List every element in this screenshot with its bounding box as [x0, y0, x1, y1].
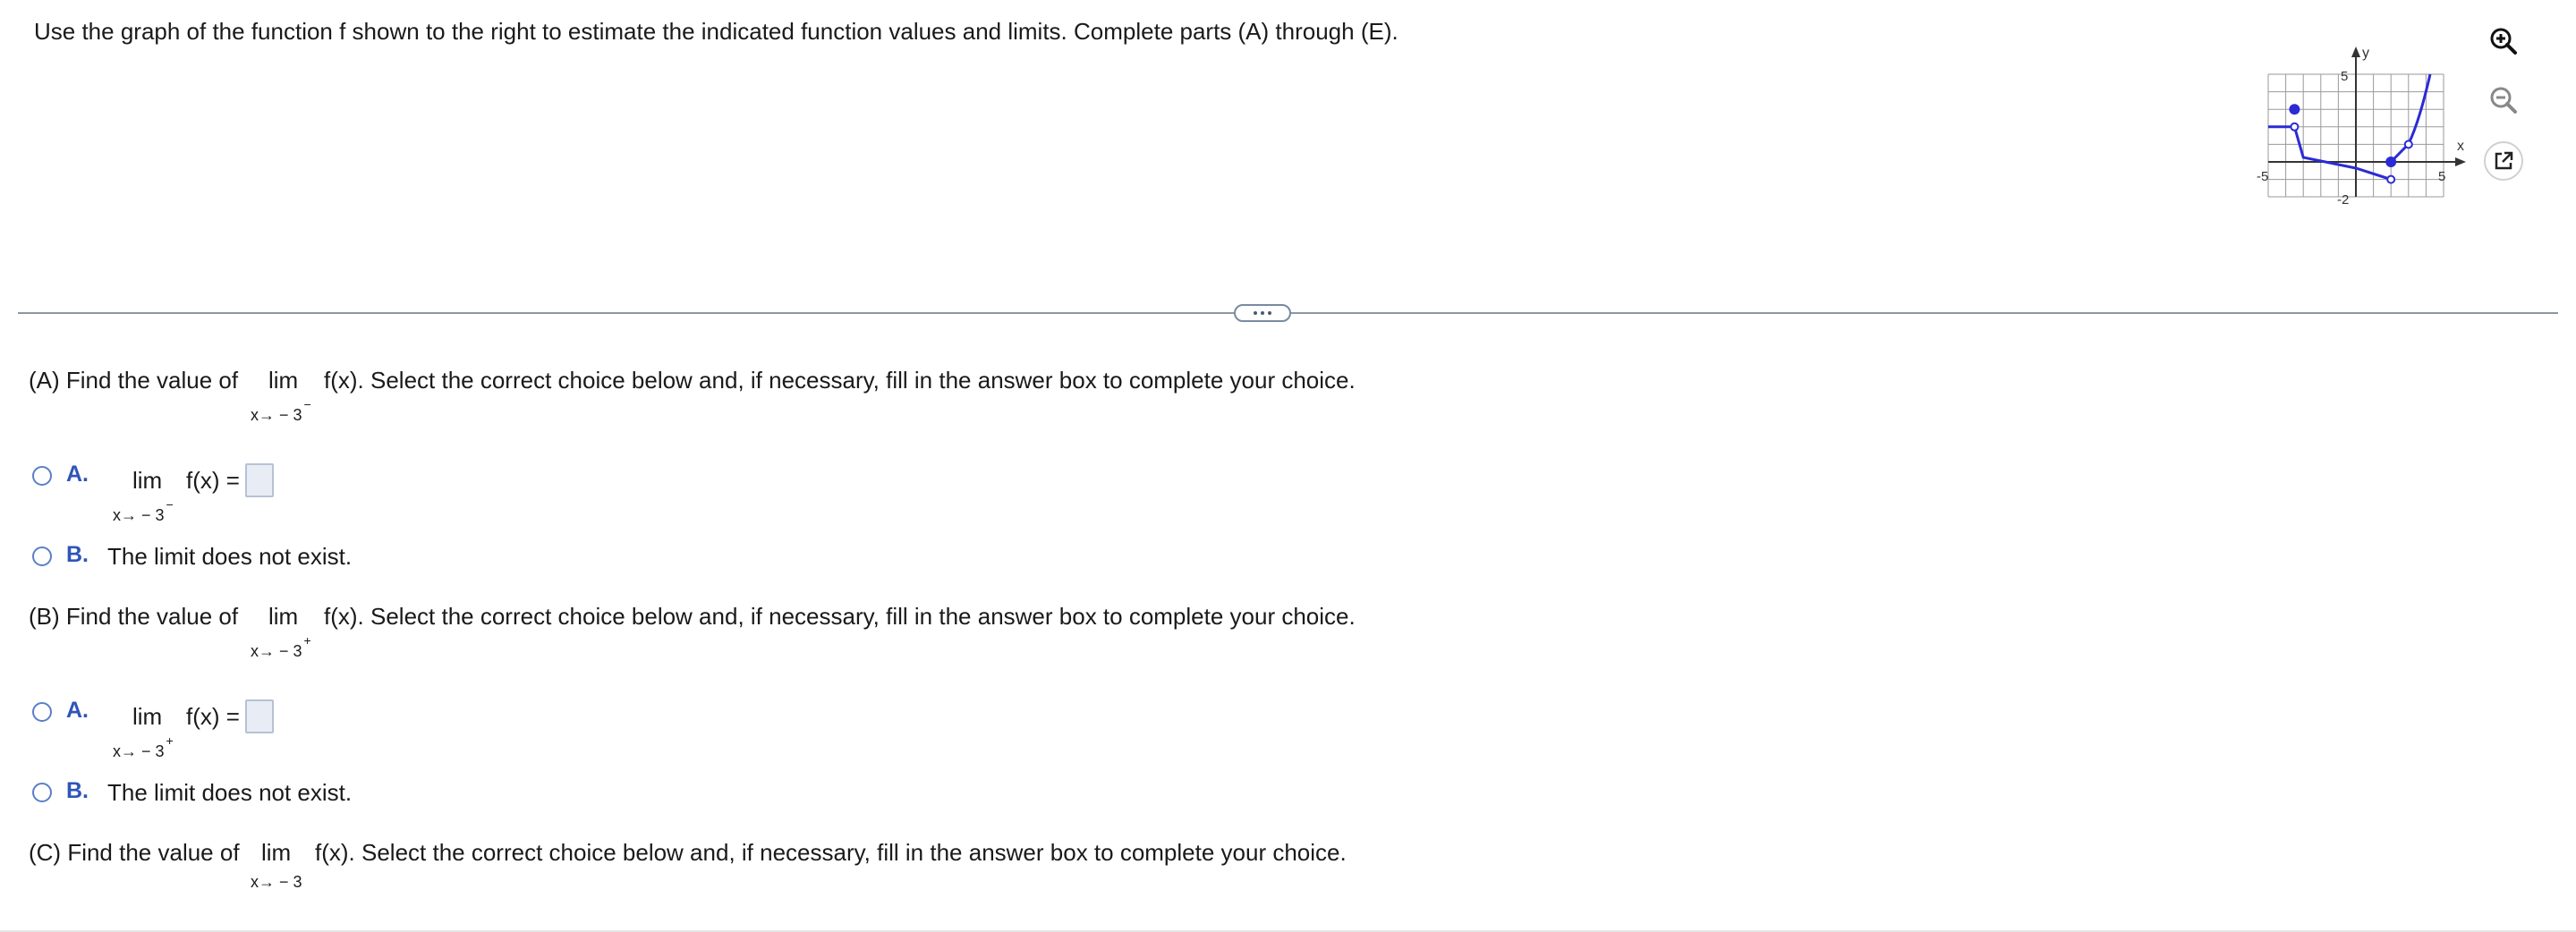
part-a-prompt-end: f(x). Select the correct choice below an…	[324, 367, 1356, 394]
dot-icon	[1268, 311, 1271, 315]
graph-x-label: x	[2457, 139, 2464, 154]
external-link-icon	[2495, 151, 2513, 170]
graph-y-label: y	[2362, 46, 2369, 61]
part-a-lim: lim	[268, 367, 299, 394]
part-a-choice-a-expr: f(x) =	[186, 467, 240, 494]
part-b-answer-input[interactable]	[245, 699, 274, 733]
part-a-choice-a-lim: lim	[132, 467, 163, 494]
function-graph[interactable]: y x 5 -2 -5 5	[2255, 43, 2496, 213]
dot-icon	[1261, 311, 1264, 315]
part-b-choice-a-sup-text: +	[166, 733, 174, 748]
part-c-lim: lim	[261, 839, 292, 866]
part-a-prompt-start: (A) Find the value of	[29, 367, 239, 394]
open-external-button[interactable]	[2484, 141, 2523, 181]
part-b-lim: lim	[268, 603, 299, 630]
part-b-sup-text: +	[303, 633, 311, 648]
zoom-out-button[interactable]	[2484, 80, 2523, 120]
part-c-prompt-end: f(x). Select the correct choice below an…	[315, 839, 1347, 866]
graph-y-tick-bottom: -2	[2337, 192, 2349, 208]
part-b-choice-a-expr: f(x) =	[186, 703, 240, 730]
part-b-choice-a-subscript: x→ − 3+	[113, 733, 174, 761]
part-a-choice-a-sub-text: x→ − 3	[113, 506, 165, 524]
part-a-sub-text: x→ − 3	[251, 406, 302, 424]
part-c-sub-text: x→ − 3	[251, 873, 302, 891]
instructions-text: Use the graph of the function f shown to…	[34, 18, 1399, 45]
part-a-answer-input[interactable]	[245, 463, 274, 497]
part-a-choice-b-letter: B.	[66, 542, 89, 567]
zoom-in-icon	[2490, 28, 2517, 55]
dot-icon	[1254, 311, 1257, 315]
part-a-choice-a-subscript: x→ − 3−	[113, 497, 174, 525]
part-a-choice-b-radio[interactable]	[32, 546, 52, 566]
part-b-choice-b-radio[interactable]	[32, 783, 52, 802]
part-a-sup-text: −	[303, 397, 311, 411]
part-b-lim-subscript: x→ − 3+	[251, 633, 311, 661]
part-b-prompt-start: (B) Find the value of	[29, 603, 239, 630]
part-b-choice-b-letter: B.	[66, 778, 89, 803]
expand-more-button[interactable]	[1234, 304, 1291, 322]
graph-y-tick-top: 5	[2341, 69, 2348, 84]
zoom-in-button[interactable]	[2484, 21, 2523, 61]
part-a-prompt: (A) Find the value of	[29, 365, 238, 395]
part-b-sub-text: x→ − 3	[251, 642, 302, 660]
part-a-choice-a-sup-text: −	[166, 497, 174, 512]
part-a-lim-subscript: x→ − 3−	[251, 397, 311, 425]
part-b-choice-a-lim: lim	[132, 703, 163, 730]
part-a-choice-a-letter: A.	[66, 462, 89, 487]
graph-x-tick-right: 5	[2438, 169, 2445, 184]
part-a-choice-a-radio[interactable]	[32, 466, 52, 486]
part-b-choice-b-text: The limit does not exist.	[107, 779, 353, 806]
graph-x-tick-left: -5	[2257, 169, 2268, 184]
part-b-choice-a-sub-text: x→ − 3	[113, 742, 165, 760]
part-b-prompt-end: f(x). Select the correct choice below an…	[324, 603, 1356, 630]
zoom-out-icon	[2490, 87, 2517, 114]
part-b-choice-a-letter: A.	[66, 698, 89, 723]
part-a-choice-b-text: The limit does not exist.	[107, 543, 353, 570]
part-c-lim-subscript: x→ − 3	[251, 873, 302, 892]
part-b-choice-a-radio[interactable]	[32, 702, 52, 722]
part-c-prompt-start: (C) Find the value of	[29, 839, 240, 866]
